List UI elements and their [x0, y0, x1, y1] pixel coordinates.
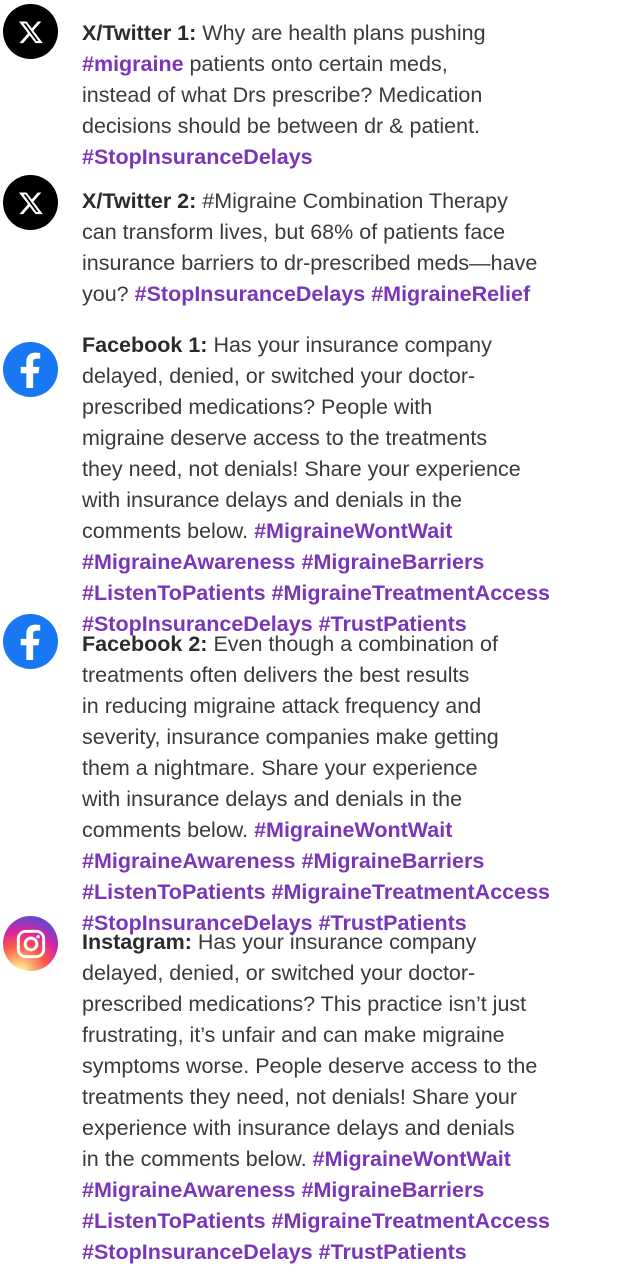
facebook-logo-icon — [3, 614, 58, 669]
hashtag[interactable]: #StopInsuranceDelays — [82, 145, 313, 169]
post-body-text: treatments they need, not denials! Share… — [82, 1085, 518, 1109]
post-body-text: frustrating, it’s unfair and can make mi… — [82, 1023, 505, 1047]
post-body-text: them a nightmare. Share your experience — [82, 756, 478, 780]
hashtag[interactable]: #MigraineWontWait — [313, 1147, 511, 1171]
post-body-text: can transform lives, but 68% of patients… — [82, 220, 506, 244]
post-body-text: Even though a combination of — [213, 632, 498, 656]
hashtag[interactable]: #StopInsuranceDelays #TrustPatients — [82, 1240, 467, 1264]
x-logo-icon — [3, 175, 58, 230]
post-body-text: with insurance delays and denials in the — [82, 488, 463, 512]
hashtag[interactable]: #ListenToPatients #MigraineTreatmentAcce… — [82, 880, 550, 904]
post-body-text: symptoms worse. People deserve access to… — [82, 1054, 538, 1078]
post-body-text: in the comments below. — [82, 1147, 313, 1171]
post-text: Instagram: Has your insurance company del… — [82, 927, 622, 1268]
post-body-text: Why are health plans pushing — [202, 21, 486, 45]
hashtag[interactable]: #migraine — [82, 52, 184, 76]
hashtag[interactable]: #ListenToPatients #MigraineTreatmentAcce… — [82, 1209, 550, 1233]
instagram-logo-icon — [3, 916, 58, 971]
platform-label: X/Twitter 1: — [82, 21, 197, 45]
post-body-text: prescribed medications? This practice is… — [82, 992, 527, 1016]
post-body-text: in reducing migraine attack frequency an… — [82, 694, 482, 718]
post-body-text: #Migraine Combination Therapy — [202, 189, 508, 213]
platform-label: Instagram: — [82, 930, 192, 954]
platform-label: X/Twitter 2: — [82, 189, 197, 213]
post-body-text: instead of what Drs prescribe? Medicatio… — [82, 83, 483, 107]
post-body-text: Has your insurance company — [213, 333, 492, 357]
x-logo-icon — [3, 4, 58, 59]
hashtag[interactable]: #MigraineAwareness #MigraineBarriers — [82, 849, 484, 873]
hashtag[interactable]: #MigraineWontWait — [254, 818, 452, 842]
post-text: X/Twitter 2: #Migraine Combination Thera… — [82, 186, 622, 310]
post-body-text: experience with insurance delays and den… — [82, 1116, 515, 1140]
platform-label: Facebook 1: — [82, 333, 208, 357]
hashtag[interactable]: #StopInsuranceDelays #MigraineRelief — [135, 282, 531, 306]
post-body-text: prescribed medications? People with — [82, 395, 433, 419]
post-body-text: they need, not denials! Share your exper… — [82, 457, 521, 481]
post-body-text: insurance barriers to dr-prescribed meds… — [82, 251, 538, 275]
post-body-text: comments below. — [82, 519, 255, 543]
hashtag[interactable]: #ListenToPatients #MigraineTreatmentAcce… — [82, 581, 550, 605]
post-text: X/Twitter 1: Why are health plans pushin… — [82, 18, 622, 173]
post-body-text: treatments often delivers the best resul… — [82, 663, 470, 687]
hashtag[interactable]: #MigraineAwareness #MigraineBarriers — [82, 550, 484, 574]
post-body-text: with insurance delays and denials in the — [82, 787, 463, 811]
post-body-text: migraine deserve access to the treatment… — [82, 426, 488, 450]
post-body-text: delayed, denied, or switched your doctor… — [82, 364, 476, 388]
post-body-text: decisions should be between dr & patient… — [82, 114, 481, 138]
post-body-text: comments below. — [82, 818, 255, 842]
post-body-text: severity, insurance companies make getti… — [82, 725, 499, 749]
platform-label: Facebook 2: — [82, 632, 208, 656]
post-body-text: patients onto certain meds, — [183, 52, 448, 76]
post-body-text: delayed, denied, or switched your doctor… — [82, 961, 476, 985]
facebook-logo-icon — [3, 342, 58, 397]
post-text: Facebook 1: Has your insurance company de… — [82, 330, 622, 640]
post-body-text: Has your insurance company — [197, 930, 477, 954]
post-body-text: you? — [82, 282, 135, 306]
hashtag[interactable]: #MigraineAwareness #MigraineBarriers — [82, 1178, 484, 1202]
post-text: Facebook 2: Even though a combination of… — [82, 629, 622, 939]
hashtag[interactable]: #MigraineWontWait — [254, 519, 452, 543]
